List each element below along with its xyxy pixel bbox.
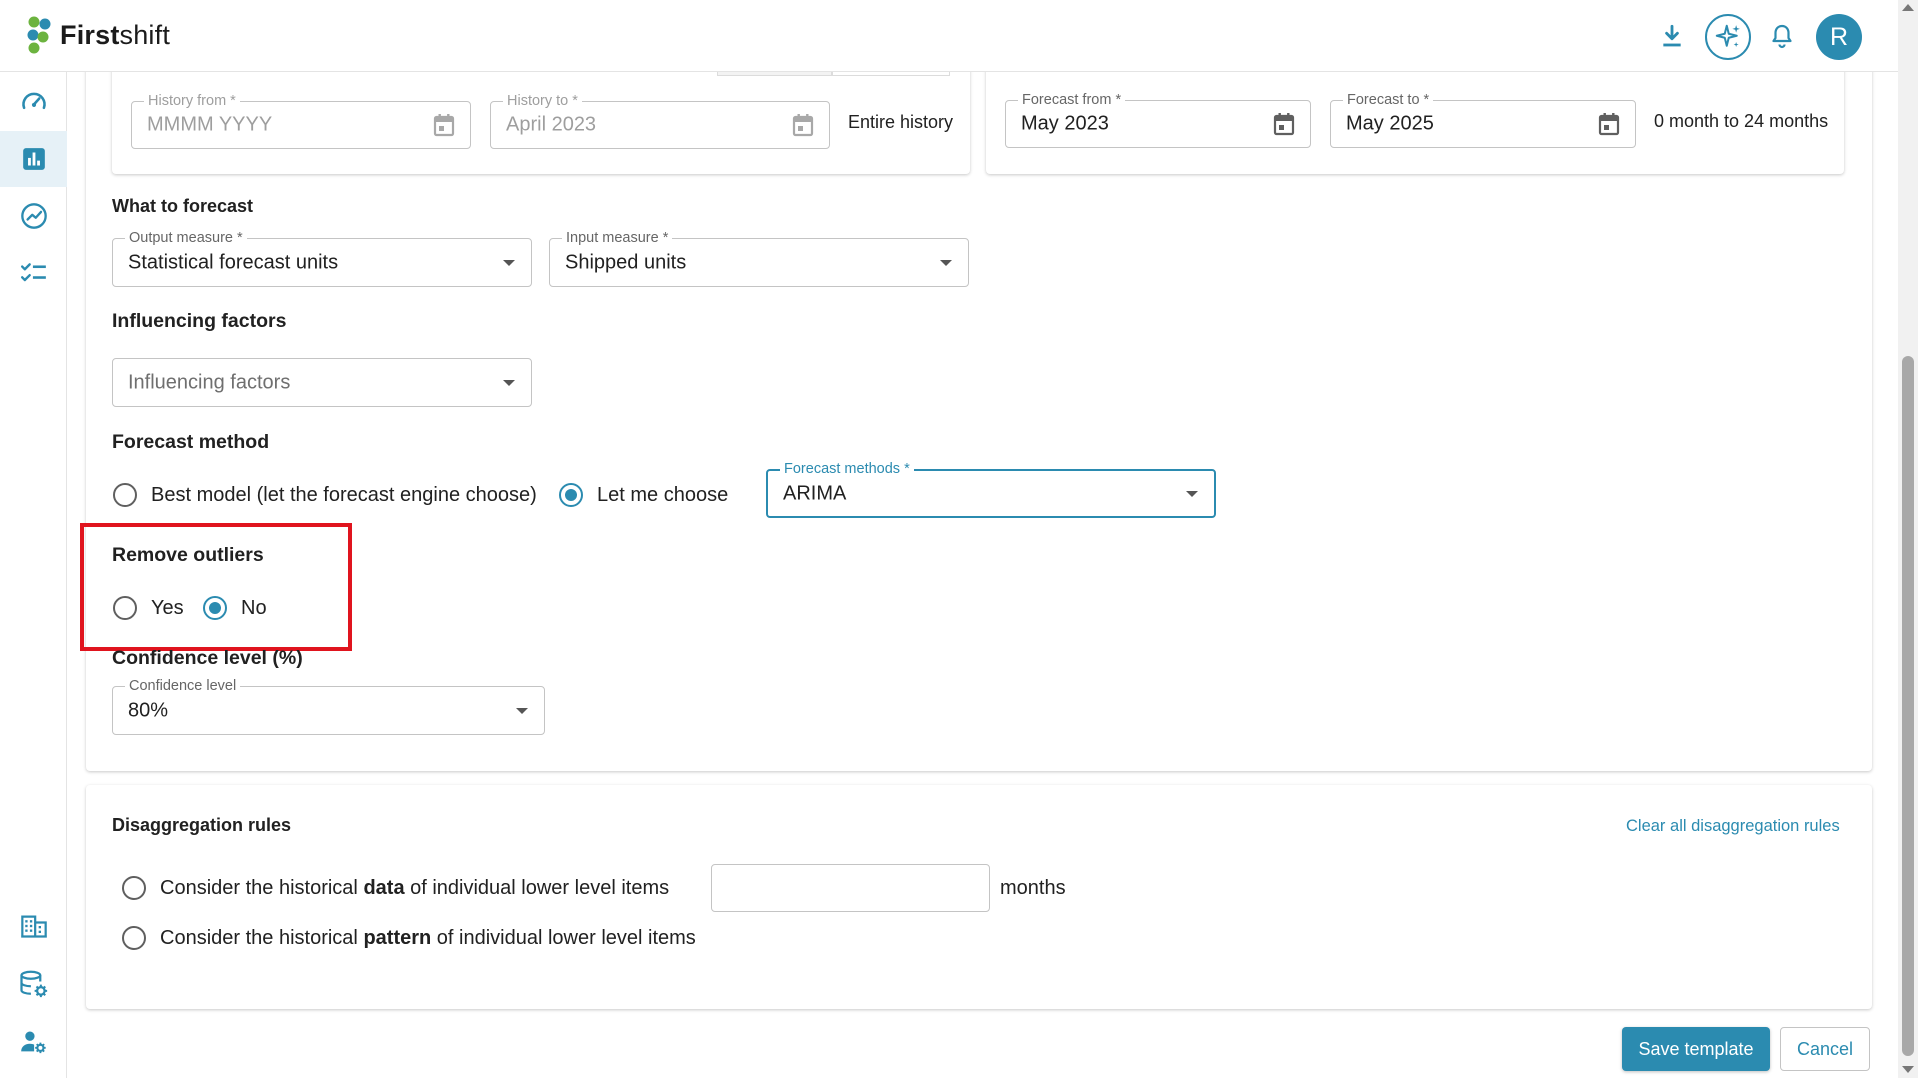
months-unit-label: months — [1000, 877, 1066, 899]
save-template-button[interactable]: Save template — [1622, 1027, 1770, 1071]
calendar-icon[interactable] — [791, 112, 815, 138]
radio-button[interactable] — [122, 876, 146, 900]
radio-let-me-choose-label: Let me choose — [597, 483, 729, 506]
sidebar-item-organization[interactable] — [0, 898, 67, 954]
sidebar-item-tasks[interactable] — [0, 245, 67, 301]
confidence-level-title: Confidence level (%) — [112, 647, 303, 669]
forecast-method-title: Forecast method — [112, 431, 270, 453]
user-avatar[interactable]: R — [1816, 14, 1862, 60]
history-from-label: History from * — [144, 93, 240, 109]
forecast-from-label: Forecast from * — [1018, 92, 1126, 108]
bar-chart-icon — [22, 148, 45, 170]
input-measure-value: Shipped units — [565, 251, 687, 273]
radio-historical-pattern-label: Consider the historical pattern of indiv… — [160, 926, 696, 949]
radio-best-model[interactable]: Best model (let the forecast engine choo… — [113, 483, 537, 507]
chevron-down-icon — [940, 259, 952, 266]
forecast-to-label: Forecast to * — [1343, 92, 1434, 108]
history-from-placeholder: MMMM YYYY — [147, 113, 273, 136]
entire-history-text[interactable]: Entire history — [848, 112, 953, 133]
forecast-methods-label: Forecast methods * — [780, 461, 914, 477]
page-scrollbar[interactable] — [1898, 0, 1918, 1078]
building-icon — [20, 915, 47, 938]
sparkle-ai-icon[interactable] — [1705, 14, 1751, 60]
clear-disaggregation-link[interactable]: Clear all disaggregation rules — [1626, 817, 1840, 836]
logo-text: Firstshift — [60, 19, 171, 50]
disaggregation-title: Disaggregation rules — [112, 815, 292, 835]
sidebar-nav — [0, 72, 67, 1078]
forecast-from-value: May 2023 — [1021, 112, 1109, 135]
user-settings-icon — [20, 1031, 46, 1054]
logo-mark-icon — [27, 16, 51, 54]
sidebar-item-trends[interactable] — [0, 188, 67, 244]
calendar-icon[interactable] — [1272, 111, 1296, 137]
influencing-factors-title: Influencing factors — [112, 310, 287, 332]
history-to-value: April 2023 — [506, 113, 597, 136]
influencing-factors-select[interactable]: Influencing factors — [112, 358, 532, 407]
cancel-button[interactable]: Cancel — [1780, 1027, 1870, 1071]
sidebar-item-dashboard[interactable] — [0, 74, 67, 130]
firstshift-logo[interactable]: Firstshift — [26, 16, 170, 54]
chevron-down-icon — [503, 259, 515, 266]
forecast-to-field[interactable]: Forecast to * May 2025 — [1330, 92, 1636, 148]
forecast-to-value: May 2025 — [1346, 112, 1434, 135]
chevron-down-icon — [516, 707, 528, 714]
chevron-down-icon — [503, 379, 515, 386]
confidence-level-label: Confidence level — [125, 678, 241, 694]
forecast-methods-value: ARIMA — [783, 482, 847, 504]
calendar-icon[interactable] — [1597, 111, 1621, 137]
radio-let-me-choose[interactable]: Let me choose — [559, 483, 728, 507]
app-header: Firstshift R — [0, 0, 1898, 72]
radio-outliers-yes[interactable]: Yes — [113, 596, 184, 620]
history-from-field[interactable]: History from * MMMM YYYY — [131, 93, 471, 149]
checklist-icon — [20, 263, 46, 282]
scroll-thumb[interactable] — [1902, 356, 1914, 1056]
scroll-up-arrow-icon[interactable] — [1902, 4, 1914, 11]
radio-button[interactable] — [122, 926, 146, 950]
trend-icon — [20, 203, 47, 229]
output-measure-label: Output measure * — [125, 230, 247, 246]
forecast-range-note: 0 month to 24 months — [1654, 111, 1829, 131]
months-input[interactable] — [711, 864, 990, 912]
input-measure-label: Input measure * — [562, 230, 673, 246]
chevron-down-icon — [1186, 490, 1198, 497]
radio-outliers-no[interactable]: No — [203, 596, 267, 620]
radio-outliers-no-label: No — [241, 596, 267, 619]
calendar-icon[interactable] — [432, 112, 456, 138]
confidence-level-value: 80% — [128, 699, 169, 721]
confidence-level-select[interactable]: Confidence level 80% — [112, 678, 545, 735]
radio-button-checked[interactable] — [559, 483, 583, 507]
what-to-forecast-title: What to forecast — [112, 196, 254, 216]
scroll-down-arrow-icon[interactable] — [1902, 1066, 1914, 1073]
sidebar-item-user-settings[interactable] — [0, 1014, 67, 1070]
database-settings-icon — [19, 970, 47, 998]
forecast-from-field[interactable]: Forecast from * May 2023 — [1005, 92, 1311, 148]
radio-outliers-yes-label: Yes — [151, 596, 184, 619]
output-measure-value: Statistical forecast units — [128, 251, 339, 273]
bell-icon[interactable] — [1764, 18, 1800, 54]
input-measure-select[interactable]: Input measure * Shipped units — [549, 230, 969, 287]
radio-button-checked[interactable] — [203, 596, 227, 620]
sidebar-item-data-settings[interactable] — [0, 956, 67, 1012]
forecast-methods-select[interactable]: Forecast methods * ARIMA — [766, 461, 1216, 518]
sidebar-item-forecast[interactable] — [0, 131, 67, 187]
radio-historical-data[interactable]: Consider the historical data of individu… — [122, 876, 669, 900]
radio-historical-data-label: Consider the historical data of individu… — [160, 876, 670, 899]
dashboard-gauge-icon — [21, 92, 46, 110]
radio-historical-pattern[interactable]: Consider the historical pattern of indiv… — [122, 926, 696, 950]
history-to-label: History to * — [503, 93, 582, 109]
radio-button[interactable] — [113, 596, 137, 620]
radio-button[interactable] — [113, 483, 137, 507]
radio-best-model-label: Best model (let the forecast engine choo… — [151, 483, 537, 506]
influencing-factors-placeholder: Influencing factors — [128, 371, 291, 393]
output-measure-select[interactable]: Output measure * Statistical forecast un… — [112, 230, 532, 287]
history-to-field[interactable]: History to * April 2023 — [490, 93, 830, 149]
download-icon[interactable] — [1654, 18, 1690, 54]
remove-outliers-title: Remove outliers — [112, 544, 264, 566]
